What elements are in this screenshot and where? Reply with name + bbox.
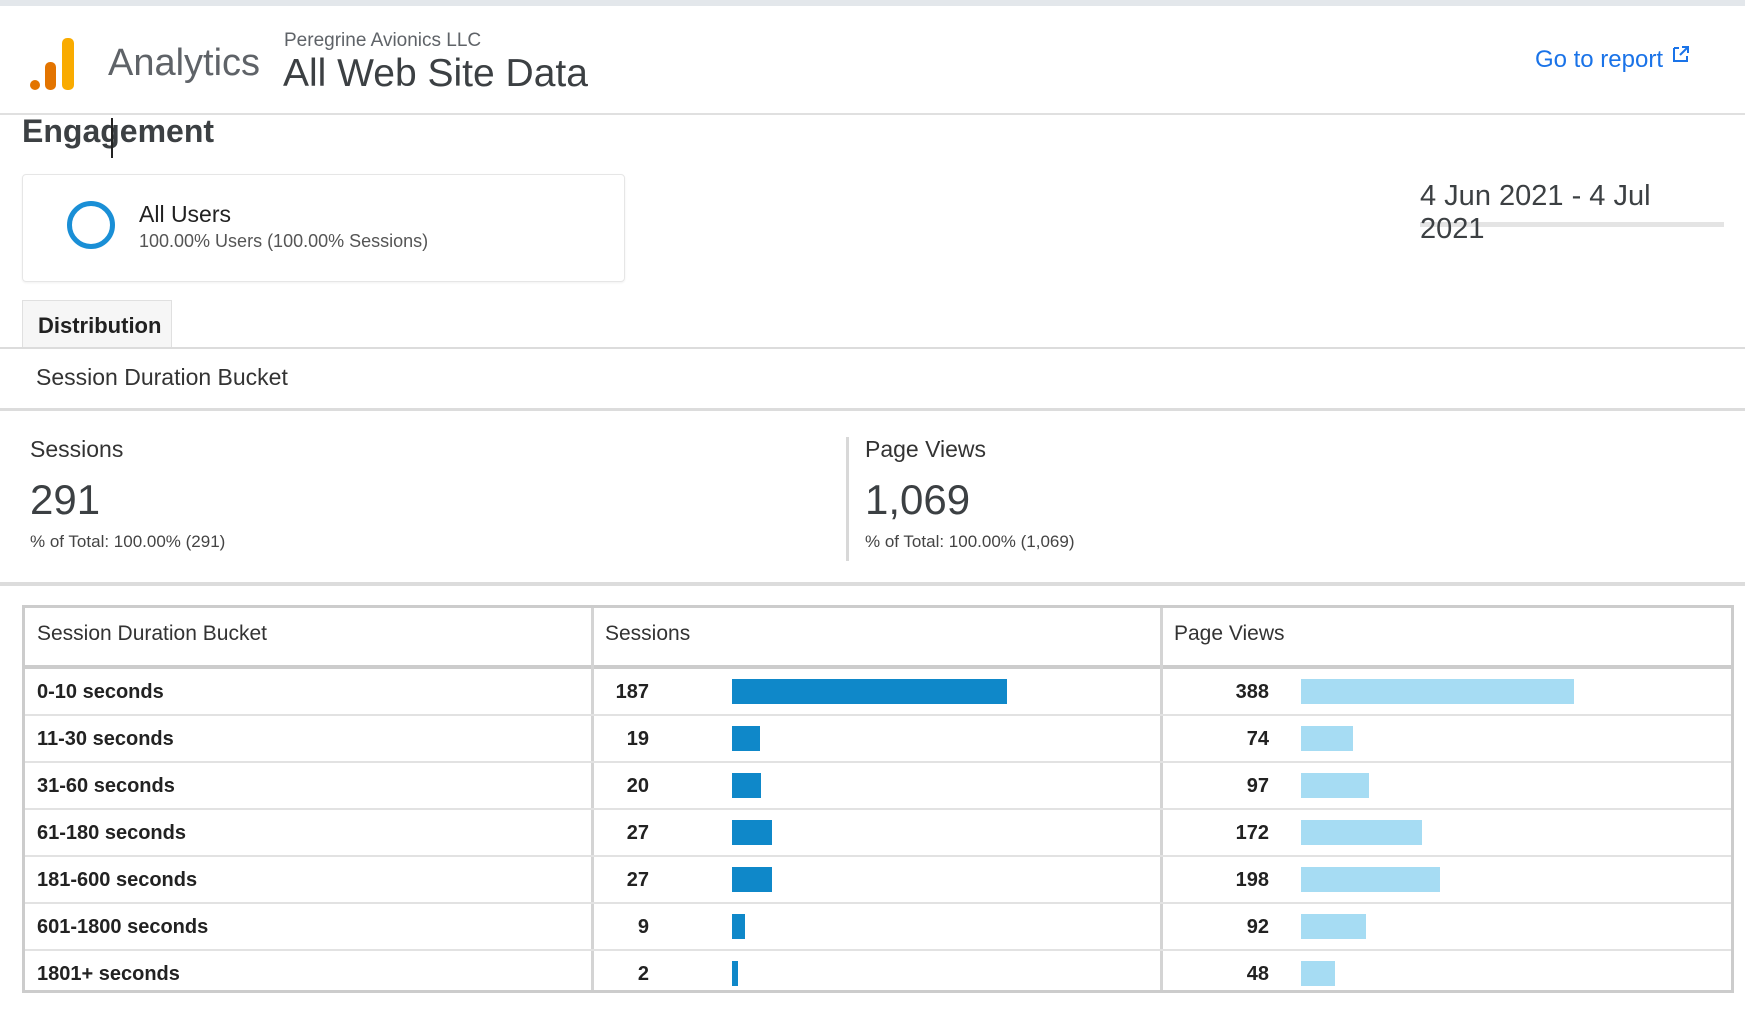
view-selector[interactable]: All Web Site Data bbox=[283, 52, 588, 96]
table-row[interactable]: 31-60 seconds 20 97 bbox=[25, 763, 1731, 810]
metric-divider bbox=[846, 437, 849, 561]
metric-pageviews-value: 1,069 bbox=[865, 476, 971, 523]
column-header-sessions[interactable]: Sessions bbox=[593, 608, 1162, 665]
pageviews-value: 97 bbox=[1246, 775, 1269, 797]
column-header-bucket[interactable]: Session Duration Bucket bbox=[25, 608, 593, 665]
table-row[interactable]: 601-1800 seconds 9 92 bbox=[25, 904, 1731, 951]
pageviews-value: 388 bbox=[1235, 681, 1269, 703]
sessions-bar bbox=[732, 961, 738, 986]
sessions-bar bbox=[732, 867, 772, 892]
divider bbox=[0, 408, 1745, 411]
sessions-value: 2 bbox=[637, 963, 649, 985]
date-range-picker[interactable]: 4 Jun 2021 - 4 Jul 2021 bbox=[1420, 176, 1724, 245]
pageviews-value: 172 bbox=[1235, 822, 1269, 844]
metric-pageviews-label: Page Views bbox=[865, 436, 987, 462]
segment-circle-icon bbox=[67, 201, 115, 249]
pageviews-bar bbox=[1301, 726, 1353, 751]
table-row[interactable]: 11-30 seconds 19 74 bbox=[25, 716, 1731, 763]
bucket-label: 0-10 seconds bbox=[37, 681, 164, 703]
sessions-value: 27 bbox=[626, 869, 649, 891]
divider bbox=[0, 347, 1745, 349]
column-header-pageviews[interactable]: Page Views bbox=[1162, 608, 1731, 665]
sessions-bar bbox=[732, 773, 761, 798]
table-row[interactable]: 0-10 seconds 187 388 bbox=[25, 669, 1731, 716]
sessions-value: 19 bbox=[626, 728, 649, 750]
page-title: Engagement bbox=[22, 113, 215, 149]
external-link-icon[interactable] bbox=[1671, 44, 1691, 64]
text-cursor bbox=[111, 118, 113, 158]
sessions-value: 27 bbox=[626, 822, 649, 844]
analytics-logo-icon bbox=[30, 38, 74, 90]
pageviews-value: 48 bbox=[1246, 963, 1269, 985]
bucket-label: 61-180 seconds bbox=[37, 822, 186, 844]
app-name: Analytics bbox=[108, 42, 261, 84]
sessions-value: 187 bbox=[615, 681, 649, 703]
sessions-bar bbox=[732, 726, 760, 751]
pageviews-bar bbox=[1301, 679, 1574, 704]
segment-name: All Users bbox=[139, 201, 232, 227]
pageviews-bar bbox=[1301, 961, 1335, 986]
sessions-value: 20 bbox=[626, 775, 649, 797]
date-range-label: 4 Jun 2021 - 4 Jul 2021 bbox=[1420, 180, 1651, 245]
organization-name: Peregrine Avionics LLC bbox=[284, 30, 482, 51]
header: Analytics Peregrine Avionics LLC All Web… bbox=[0, 6, 1745, 115]
sessions-value: 9 bbox=[637, 916, 649, 938]
distribution-table: Session Duration Bucket Sessions Page Vi… bbox=[22, 605, 1734, 993]
segment-card[interactable]: All Users 100.00% Users (100.00% Session… bbox=[22, 174, 625, 282]
table-row[interactable]: 1801+ seconds 2 48 bbox=[25, 951, 1731, 998]
sessions-bar bbox=[732, 914, 745, 939]
bucket-label: 1801+ seconds bbox=[37, 963, 180, 985]
sessions-bar bbox=[732, 679, 1007, 704]
pageviews-value: 74 bbox=[1246, 728, 1269, 750]
metric-sessions-value: 291 bbox=[30, 476, 101, 523]
bucket-label: 31-60 seconds bbox=[37, 775, 175, 797]
pageviews-value: 92 bbox=[1246, 916, 1269, 938]
metric-sessions-label: Sessions bbox=[30, 436, 124, 462]
pageviews-bar bbox=[1301, 773, 1369, 798]
bucket-label: 181-600 seconds bbox=[37, 869, 198, 891]
dimension-label: Session Duration Bucket bbox=[36, 364, 288, 390]
tab-distribution[interactable]: Distribution bbox=[22, 300, 172, 349]
go-to-report-link[interactable]: Go to report bbox=[1535, 46, 1663, 74]
pageviews-bar bbox=[1301, 914, 1366, 939]
pageviews-value: 198 bbox=[1235, 869, 1269, 891]
bucket-label: 601-1800 seconds bbox=[37, 916, 209, 938]
table-row[interactable]: 181-600 seconds 27 198 bbox=[25, 857, 1731, 904]
pageviews-bar bbox=[1301, 867, 1440, 892]
segment-detail: 100.00% Users (100.00% Sessions) bbox=[139, 231, 429, 251]
metric-pageviews-total: % of Total: 100.00% (1,069) bbox=[865, 532, 1075, 551]
metric-sessions-total: % of Total: 100.00% (291) bbox=[30, 532, 226, 551]
tab-label: Distribution bbox=[38, 313, 162, 338]
table-row[interactable]: 61-180 seconds 27 172 bbox=[25, 810, 1731, 857]
sessions-bar bbox=[732, 820, 772, 845]
pageviews-bar bbox=[1301, 820, 1422, 845]
divider bbox=[0, 582, 1745, 586]
bucket-label: 11-30 seconds bbox=[37, 728, 174, 750]
